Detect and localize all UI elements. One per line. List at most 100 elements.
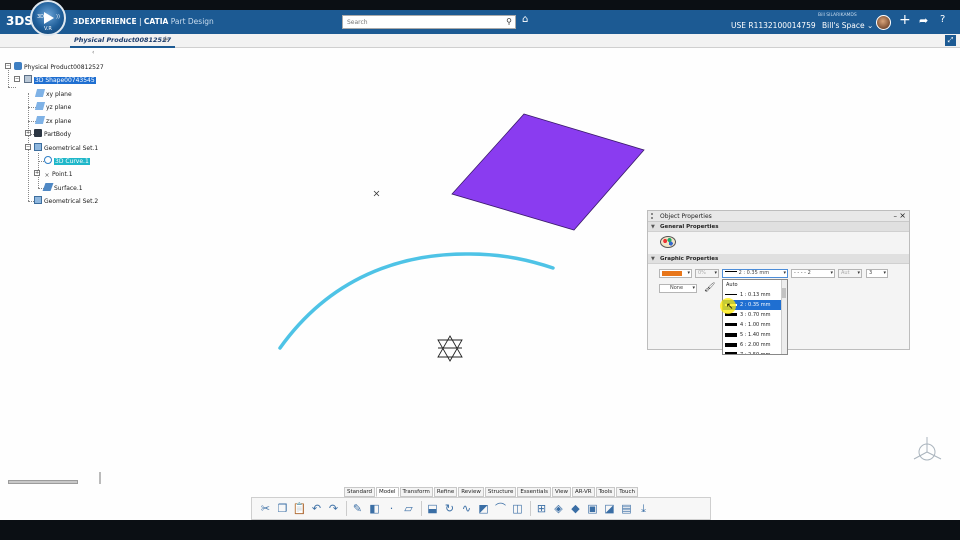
material-icon[interactable]: ◆ xyxy=(568,501,583,516)
surface-icon[interactable]: ◪ xyxy=(602,501,617,516)
tree-item-label: Surface.1 xyxy=(54,185,83,192)
curve-icon[interactable]: ⌒ xyxy=(493,501,508,516)
help-icon[interactable]: ? xyxy=(940,14,945,25)
close-icon[interactable]: × xyxy=(899,210,906,221)
search-icon[interactable]: ⚲ xyxy=(506,17,512,26)
curve-shape[interactable] xyxy=(278,252,555,350)
action-tab[interactable]: Tools xyxy=(595,487,616,497)
avatar[interactable] xyxy=(876,15,891,30)
tree-item-physical-product[interactable]: Physical Product00812527 xyxy=(14,62,104,73)
share-icon[interactable]: ➦ xyxy=(919,14,928,27)
slider-end-marker xyxy=(99,472,101,484)
compass-widget[interactable]: 3D )) V.R xyxy=(30,0,66,36)
add-tab-button[interactable]: + xyxy=(162,35,170,45)
fill-icon[interactable]: ◩ xyxy=(476,501,491,516)
tree-collapse-toggle[interactable]: − xyxy=(14,76,20,82)
action-tab[interactable]: Standard xyxy=(344,487,376,497)
linewidth-dropdown[interactable]: 2 : 0.35 mm ▾ xyxy=(722,269,788,278)
tree-item-point[interactable]: × Point.1 xyxy=(44,169,72,180)
toolbar-separator xyxy=(346,501,347,516)
origin-cross-icon xyxy=(373,190,380,197)
fill-color-dropdown[interactable]: ▾ xyxy=(659,269,692,278)
action-tab[interactable]: Structure xyxy=(484,487,517,497)
tree-zoom-slider[interactable] xyxy=(8,480,78,484)
surface-shape[interactable] xyxy=(451,113,645,231)
paint-palette-icon[interactable] xyxy=(660,236,676,248)
point-symbol-dropdown[interactable]: Aut ▾ xyxy=(838,269,862,278)
tree-item-zx-plane[interactable]: zx plane xyxy=(34,116,71,127)
redo-icon[interactable]: ↷ xyxy=(326,501,341,516)
action-tab[interactable]: Touch xyxy=(616,487,638,497)
drag-handle-icon[interactable] xyxy=(651,213,657,219)
download-icon[interactable]: ⤓ xyxy=(636,501,651,516)
layer-dropdown[interactable]: 3 ▾ xyxy=(866,269,888,278)
app-title: 3DEXPERIENCE | CATIA Part Design xyxy=(73,17,214,26)
extrude-icon[interactable]: ⬓ xyxy=(425,501,440,516)
space-selector[interactable]: Bill's Space ⌄ xyxy=(822,21,873,30)
search-box[interactable]: ⚲ xyxy=(342,15,516,29)
tag-icon[interactable]: ⌂ xyxy=(522,14,528,25)
point-star-icon[interactable] xyxy=(437,335,463,362)
painter-brush-icon[interactable]: 🖌 xyxy=(704,283,715,293)
panel-title-bar[interactable]: Object Properties – × xyxy=(648,211,909,222)
measure-icon[interactable]: ⊞ xyxy=(534,501,549,516)
transparency-dropdown[interactable]: 0% ▾ xyxy=(695,269,719,278)
axis-triad-icon[interactable] xyxy=(913,437,942,461)
rendering-style-dropdown[interactable]: None ▾ xyxy=(659,284,697,293)
linewidth-option[interactable]: 6 : 2.00 mm xyxy=(723,340,787,350)
3d-viewport[interactable]: ‹ − − + − + Physical Product00812527 3D … xyxy=(0,48,960,520)
document-tab[interactable]: Physical Product00812527 xyxy=(70,34,176,48)
box-icon[interactable]: ▣ xyxy=(585,501,600,516)
search-input[interactable] xyxy=(343,16,493,28)
copy-icon[interactable]: ❐ xyxy=(275,501,290,516)
general-properties-body xyxy=(648,232,909,254)
linetype-dropdown[interactable]: - - - - 2 ▾ xyxy=(791,269,835,278)
tree-expand-toggle[interactable]: + xyxy=(34,170,40,176)
chevron-down-icon: ▾ xyxy=(830,270,833,276)
tree-item-xy-plane[interactable]: xy plane xyxy=(34,89,72,100)
tree-item-surface[interactable]: Surface.1 xyxy=(42,183,83,194)
revolve-icon[interactable]: ↻ xyxy=(442,501,457,516)
layer-value: 3 xyxy=(869,270,873,276)
graphic-properties-section[interactable]: ▼ Graphic Properties xyxy=(648,254,909,264)
action-tab[interactable]: Refine xyxy=(433,487,458,497)
sketch-icon[interactable]: ✎ xyxy=(350,501,365,516)
tree-item-geometrical-set-1[interactable]: Geometrical Set.1 xyxy=(34,143,98,154)
tree-item-yz-plane[interactable]: yz plane xyxy=(34,102,71,113)
thickness-icon[interactable]: ▤ xyxy=(619,501,634,516)
list-scrollbar[interactable] xyxy=(781,280,787,354)
point-icon[interactable]: · xyxy=(384,501,399,516)
tree-collapse-toggle[interactable]: − xyxy=(5,63,11,69)
linewidth-option[interactable]: 7 : 2.50 mm xyxy=(723,350,787,354)
action-tab[interactable]: Essentials xyxy=(517,487,551,497)
tree-item-partbody[interactable]: PartBody xyxy=(34,129,71,140)
tree-item-3d-curve[interactable]: 3D Curve.1 xyxy=(44,156,90,167)
plane-icon[interactable]: ▱ xyxy=(401,501,416,516)
linewidth-option[interactable]: Auto xyxy=(723,280,787,290)
cut-icon[interactable]: ✂ xyxy=(258,501,273,516)
ds-logo[interactable]: 3DS xyxy=(6,14,33,28)
pad-icon[interactable]: ◧ xyxy=(367,501,382,516)
general-properties-section[interactable]: ▼ General Properties xyxy=(648,222,909,232)
tree-item-geometrical-set-2[interactable]: Geometrical Set.2 xyxy=(34,196,98,207)
tree-collapse-toggle[interactable]: − xyxy=(25,144,31,150)
action-tab[interactable]: Model xyxy=(376,487,399,497)
minimize-icon[interactable]: – xyxy=(894,211,898,222)
tree-expand-toggle[interactable]: + xyxy=(25,130,31,136)
linewidth-option[interactable]: 4 : 1.00 mm xyxy=(723,320,787,330)
expand-icon[interactable]: ⤢ xyxy=(945,35,956,46)
boolean-icon[interactable]: ◫ xyxy=(510,501,525,516)
sweep-icon[interactable]: ∿ xyxy=(459,501,474,516)
action-tab[interactable]: Transform xyxy=(399,487,433,497)
plus-icon[interactable]: + xyxy=(899,12,911,28)
scrollbar-thumb[interactable] xyxy=(782,288,786,298)
render-icon[interactable]: ◈ xyxy=(551,501,566,516)
paste-icon[interactable]: 📋 xyxy=(292,501,307,516)
action-tab[interactable]: View xyxy=(551,487,572,497)
action-tab[interactable]: Review xyxy=(458,487,484,497)
undo-icon[interactable]: ↶ xyxy=(309,501,324,516)
linewidth-option[interactable]: 5 : 1.40 mm xyxy=(723,330,787,340)
tree-item-3d-shape[interactable]: 3D Shape00743545 xyxy=(24,75,96,86)
linewidth-options-list[interactable]: Auto 1 : 0.13 mm 2 : 0.35 mm 3 : 0.70 mm 4 :… xyxy=(722,279,788,355)
action-tab[interactable]: AR-VR xyxy=(572,487,595,497)
